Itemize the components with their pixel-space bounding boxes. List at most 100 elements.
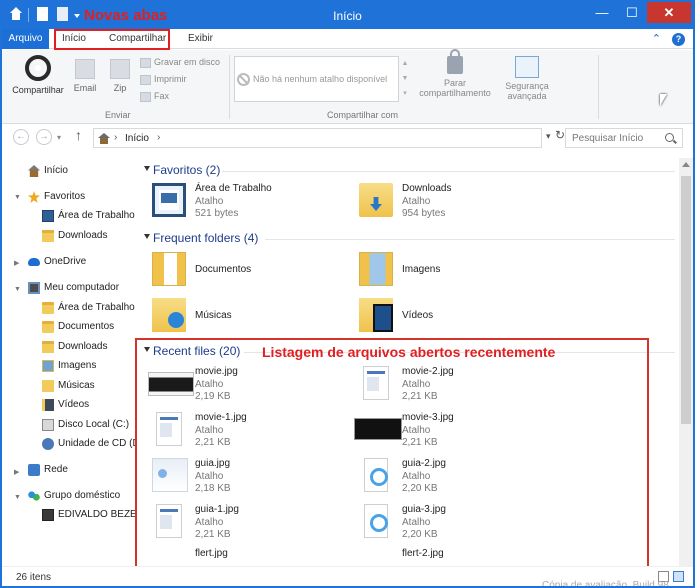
music-folder-icon	[42, 380, 54, 392]
scroll-up-icon[interactable]	[682, 162, 690, 167]
burn-disc-button[interactable]: Gravar em disco	[140, 57, 220, 68]
tiles-view-icon[interactable]	[673, 571, 684, 582]
nav-label: Área de Trabalho	[58, 302, 135, 313]
cd-drive-icon	[42, 438, 54, 450]
nav-label: Downloads	[58, 341, 108, 352]
recent-files-highlight-box	[135, 338, 649, 574]
share-label: Compartilhar	[12, 85, 64, 95]
close-button[interactable]: ✕	[647, 2, 691, 23]
ribbon-right-controls: ⌃ ?	[652, 32, 685, 46]
list-item[interactable]: Vídeos	[349, 296, 549, 340]
downloads-folder-icon	[359, 183, 393, 217]
back-button[interactable]: ←	[13, 129, 29, 145]
nav-label: Vídeos	[58, 399, 90, 410]
nav-label: Rede	[44, 464, 68, 475]
tab-exibir[interactable]: Exibir	[188, 29, 213, 49]
stop-sharing-button[interactable]: Parar compartilhamento	[414, 49, 496, 98]
address-path[interactable]: Início	[125, 133, 149, 144]
collapse-icon	[144, 166, 150, 171]
maximize-button[interactable]: ☐	[619, 2, 645, 23]
item-size: 521 bytes	[195, 208, 239, 219]
item-name: Imagens	[402, 264, 441, 275]
list-item[interactable]: Músicas	[142, 296, 342, 340]
search-input[interactable]: Pesquisar Início	[565, 128, 683, 148]
search-placeholder: Pesquisar Início	[572, 133, 644, 144]
burn-disc-icon	[140, 57, 151, 68]
desktop-icon	[152, 183, 186, 217]
address-bar-row: ← → ▾ ↑ › Início › ▾ ↻ Pesquisar Início	[2, 125, 693, 151]
home-icon	[28, 165, 40, 177]
section-header-frequent[interactable]: Frequent folders (4)	[140, 229, 679, 247]
documents-folder-icon	[42, 321, 54, 333]
advanced-security-button[interactable]: Segurança avançada	[502, 53, 552, 101]
chevron-right-icon[interactable]: ›	[114, 132, 117, 143]
print-icon	[140, 74, 151, 85]
section-header-favoritos[interactable]: Favoritos (2)	[140, 161, 679, 179]
address-dropdown-icon[interactable]: ▾	[546, 131, 551, 142]
vertical-scrollbar[interactable]	[679, 158, 693, 566]
nav-label: Área de Trabalho	[58, 210, 135, 221]
expand-icon[interactable]: ▼	[14, 494, 21, 501]
no-shortcut-text: Não há nenhum atalho disponível	[253, 74, 388, 84]
zip-button[interactable]: Zip	[107, 53, 133, 93]
no-entry-icon	[237, 73, 250, 86]
list-item[interactable]: Documentos	[142, 250, 342, 294]
group-separator	[229, 55, 230, 119]
expand-icon[interactable]: ▶	[14, 468, 19, 476]
print-button[interactable]: Imprimir	[140, 74, 187, 85]
collapse-ribbon-icon[interactable]: ⌃	[652, 33, 661, 45]
expand-icon[interactable]: ▶	[14, 259, 19, 267]
list-item[interactable]: Imagens	[349, 250, 549, 294]
nav-label: Grupo doméstico	[44, 490, 121, 501]
evaluation-watermark: Cópia de avaliação. Build 98	[542, 580, 669, 588]
advanced-security-label-1: Segurança	[505, 81, 549, 91]
share-button[interactable]: Compartilhar	[9, 53, 67, 95]
minimize-button[interactable]: —	[587, 2, 617, 23]
item-type: Atalho	[402, 196, 431, 207]
email-button[interactable]: Email	[70, 53, 100, 93]
section-divider	[222, 171, 675, 172]
up-button[interactable]: ↑	[75, 127, 82, 143]
network-icon	[28, 464, 40, 476]
help-icon[interactable]: ?	[672, 33, 685, 46]
email-label: Email	[73, 83, 97, 93]
gallery-scroll-arrows[interactable]: ▲ ▼ ▾	[400, 56, 410, 101]
group-separator	[598, 55, 599, 119]
folder-icon	[42, 302, 54, 314]
videos-folder-icon	[42, 399, 54, 411]
expand-icon[interactable]: ▼	[14, 286, 21, 293]
chevron-right-icon[interactable]: ›	[157, 132, 160, 143]
nav-label: Disco Local (C:)	[58, 419, 130, 430]
scrollbar-thumb[interactable]	[681, 176, 691, 424]
collapse-icon	[144, 234, 150, 239]
computer-icon	[28, 282, 40, 294]
pictures-folder-icon	[42, 360, 54, 372]
section-divider	[265, 239, 675, 240]
list-item[interactable]: Área de Trabalho Atalho 521 bytes	[142, 181, 342, 225]
print-label: Imprimir	[154, 74, 187, 84]
nav-label: EDIVALDO BEZER	[58, 509, 135, 520]
nav-label: Início	[44, 165, 68, 176]
group-label-enviar: Enviar	[105, 110, 131, 120]
section-title: Frequent folders (4)	[153, 231, 259, 245]
new-tabs-highlight-box	[54, 29, 170, 50]
recent-locations-icon[interactable]: ▾	[57, 133, 61, 142]
title-bar: Novas abas Início — ☐ ✕	[2, 2, 693, 29]
tab-arquivo[interactable]: Arquivo	[2, 29, 49, 49]
address-field[interactable]: › Início ›	[93, 128, 542, 148]
lock-icon	[447, 49, 463, 74]
ribbon-tabs: Arquivo Início Compartilhar Exibir ⌃ ?	[2, 29, 693, 50]
desktop-icon	[42, 210, 54, 222]
search-icon[interactable]	[665, 133, 674, 142]
share-icon	[25, 55, 51, 81]
forward-button[interactable]: →	[36, 129, 52, 145]
refresh-icon[interactable]: ↻	[555, 128, 565, 142]
item-name: Downloads	[402, 183, 452, 194]
list-item[interactable]: Downloads Atalho 954 bytes	[349, 181, 549, 225]
ribbon-share: Compartilhar Email Zip Gravar em disco I…	[2, 49, 693, 124]
nav-label: Favoritos	[44, 191, 86, 202]
expand-icon[interactable]: ▼	[14, 194, 21, 201]
advanced-security-icon	[515, 56, 539, 78]
share-with-gallery[interactable]: Não há nenhum atalho disponível	[234, 56, 399, 102]
fax-button[interactable]: Fax	[140, 91, 169, 102]
